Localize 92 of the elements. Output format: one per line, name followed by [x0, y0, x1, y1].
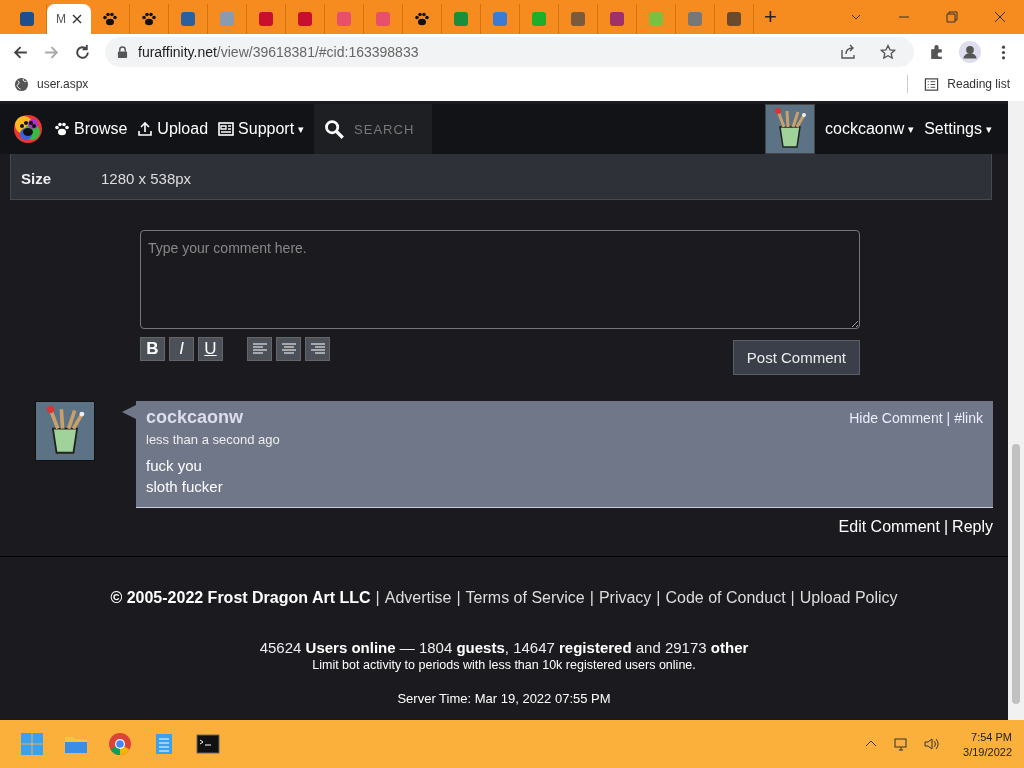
url-text: furaffinity.net/view/39618381/#cid:163398833	[138, 44, 419, 60]
browser-icon[interactable]	[108, 732, 132, 756]
site-icon	[219, 11, 235, 27]
separator-text: |	[790, 589, 795, 607]
copyright-text: © 2005-2022 Frost Dragon Art LLC	[110, 589, 371, 607]
site-icon	[726, 11, 742, 27]
post-comment-button[interactable]: Post Comment	[732, 340, 860, 375]
paw-icon	[141, 11, 157, 27]
paw-icon	[102, 11, 118, 27]
bookmark-link[interactable]: user.aspx	[37, 77, 89, 91]
settings-menu[interactable]: Settings ▾	[924, 120, 992, 138]
separator-text: |	[375, 589, 380, 607]
scrollbar[interactable]	[1008, 101, 1024, 720]
user-menu[interactable]: cockcaonw ▾	[825, 120, 915, 138]
align-button[interactable]	[305, 337, 330, 361]
hide-comment-link[interactable]: Hide Comment	[849, 410, 943, 426]
footer-link[interactable]: Advertise	[384, 589, 452, 607]
edit-comment-link[interactable]: Edit Comment	[838, 518, 940, 536]
site-icon	[297, 11, 313, 27]
nav-link[interactable]: Upload	[137, 120, 209, 138]
search-field[interactable]: SEARCH	[352, 120, 417, 138]
reading-list-button[interactable]: Reading list	[947, 77, 1010, 91]
comment-field[interactable]: Type your comment here.	[140, 230, 860, 329]
volume-icon[interactable]	[923, 736, 940, 752]
site-icon	[19, 11, 35, 27]
format-button[interactable]: B	[140, 337, 165, 361]
reply-link[interactable]: Reply	[952, 518, 993, 536]
upload-icon	[137, 121, 154, 137]
new-tab-button[interactable]: +	[764, 4, 777, 30]
footer-link[interactable]: Upload Policy	[799, 589, 898, 607]
detail-value: 1280 x 538px	[101, 170, 192, 187]
reload-icon[interactable]	[74, 43, 91, 61]
star-icon[interactable]	[880, 44, 896, 60]
site-icon	[258, 11, 274, 27]
puzzle-icon[interactable]	[928, 43, 945, 61]
site-icon	[453, 11, 469, 27]
bot-notice-text: Limit bot activity to periods with less than 10k registered users online.	[312, 658, 696, 672]
site-icon	[570, 11, 586, 27]
align-button[interactable]	[276, 337, 301, 361]
site-icon	[492, 11, 508, 27]
newspaper-icon	[218, 121, 235, 137]
separator-text: |	[946, 410, 951, 426]
comment-text: fuck you	[146, 456, 203, 476]
server-time-text: Server Time: Mar 19, 2022 07:55 PM	[397, 691, 611, 706]
site-icon	[531, 11, 547, 27]
separator-text: |	[456, 589, 461, 607]
network-icon[interactable]	[893, 736, 910, 752]
detail-label: Size	[21, 170, 52, 187]
permalink[interactable]: #link	[954, 410, 983, 426]
separator-text: |	[943, 518, 949, 536]
site-icon	[687, 11, 703, 27]
separator-text: |	[656, 589, 661, 607]
site-icon	[180, 11, 196, 27]
paw-icon	[414, 11, 430, 27]
lock-icon	[117, 45, 128, 59]
align-left-icon	[251, 343, 268, 355]
profile-icon[interactable]	[959, 41, 981, 63]
align-right-icon	[309, 343, 326, 355]
footer-link[interactable]: Terms of Service	[465, 589, 585, 607]
footer-link[interactable]: Code of Conduct	[665, 589, 786, 607]
reading-list-icon	[924, 76, 940, 92]
share-icon[interactable]	[840, 44, 856, 60]
site-icon	[336, 11, 352, 27]
site-icon	[609, 11, 625, 27]
browser-tab[interactable]: M	[47, 4, 91, 34]
nav-link[interactable]: Support ▾	[218, 120, 305, 138]
terminal-icon[interactable]	[196, 732, 220, 756]
site-icon	[648, 11, 664, 27]
comment-text: sloth fucker	[146, 477, 224, 497]
close-icon[interactable]	[72, 14, 82, 24]
tab-title: M	[56, 12, 66, 26]
format-button[interactable]: U	[198, 337, 223, 361]
scrollbar-thumb[interactable]	[1012, 444, 1020, 704]
site-icon	[375, 11, 391, 27]
align-center-icon	[280, 343, 297, 355]
paw-logo-icon[interactable]	[12, 113, 44, 145]
users-online-text: 45624 Users online — 1804 guests, 14647 registered and 29173 other	[259, 639, 749, 656]
format-button[interactable]: I	[169, 337, 194, 361]
clock-date[interactable]: 3/19/2022	[963, 745, 1012, 758]
paw-icon	[54, 121, 70, 137]
nav-link[interactable]: Browse	[54, 120, 128, 138]
start-icon[interactable]	[20, 732, 44, 756]
separator-text: |	[589, 589, 594, 607]
comment-time: less than a second ago	[146, 432, 281, 447]
search-icon[interactable]	[324, 119, 345, 139]
restore-icon[interactable]	[946, 11, 958, 23]
globe-icon	[14, 76, 29, 92]
align-button[interactable]	[247, 337, 272, 361]
address-bar[interactable]: furaffinity.net/view/39618381/#cid:163398833	[105, 37, 914, 67]
clock-time[interactable]: 7:54 PM	[971, 730, 1012, 743]
close-icon[interactable]	[994, 11, 1006, 23]
footer-link[interactable]: Privacy	[598, 589, 652, 607]
